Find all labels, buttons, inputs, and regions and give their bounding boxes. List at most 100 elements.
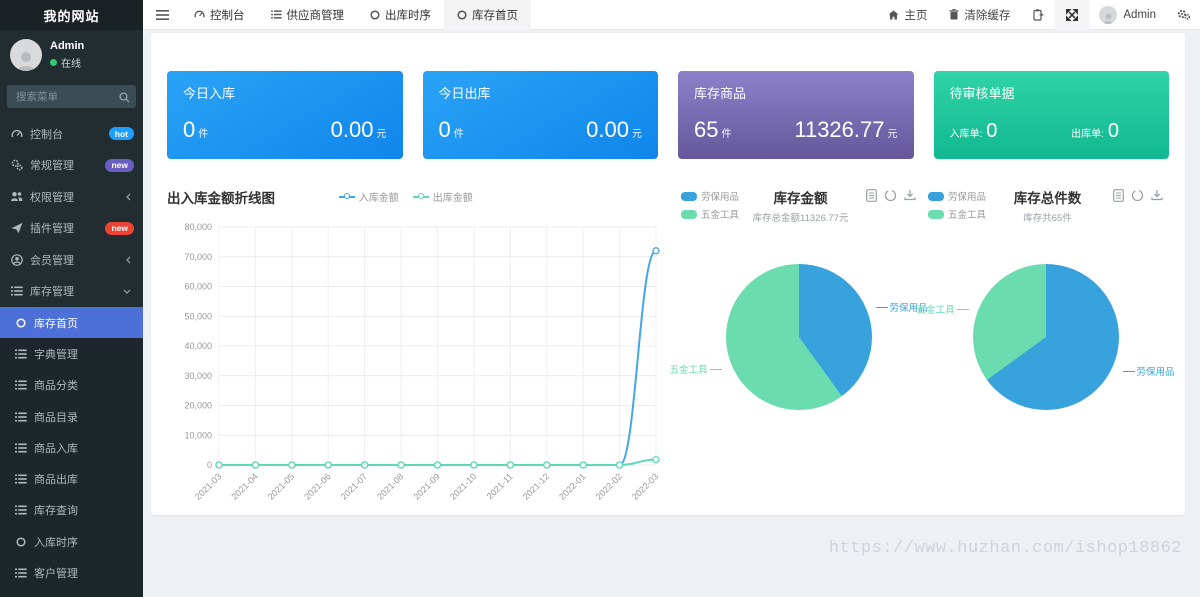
app-logo: 我的网站 <box>0 0 143 30</box>
legend-inbound-amount[interactable]: 入库金额 <box>339 189 399 204</box>
users-icon <box>10 191 23 202</box>
sidebar-item-members[interactable]: 会员管理 <box>0 244 143 276</box>
line-chart-panel: 出入库金额折线图 入库金额 出库金额 010,00020,00030,00040… <box>167 187 675 520</box>
settings-gear-icon[interactable] <box>1166 0 1200 30</box>
sidebar-item-goods-inbound[interactable]: 商品入库 <box>0 432 143 463</box>
tab-console[interactable]: 控制台 <box>181 0 258 30</box>
new-badge: new <box>105 222 134 235</box>
sidebar-item-permissions[interactable]: 权限管理 <box>0 181 143 213</box>
legend-labor-goods[interactable]: 劳保用品 <box>928 189 990 203</box>
sidebar-item-goods-catalog[interactable]: 商品目录 <box>0 401 143 432</box>
sidebar-item-plugins[interactable]: 插件管理 new <box>0 213 143 245</box>
pie-label-labor-goods: 劳保用品 <box>1123 364 1175 378</box>
tab-outbound-timeline[interactable]: 出库时序 <box>357 0 444 30</box>
svg-text:2021-03: 2021-03 <box>193 471 223 501</box>
user-circle-icon <box>10 254 23 266</box>
svg-text:2021-11: 2021-11 <box>485 471 515 501</box>
sidebar-item-inventory-query[interactable]: 库存查询 <box>0 495 143 526</box>
online-dot <box>50 59 57 66</box>
hamburger-icon[interactable] <box>143 0 181 30</box>
line-chart-legend: 入库金额 出库金额 <box>339 189 473 204</box>
stock-amount: 11326.77 <box>794 117 884 142</box>
line-chart-title: 出入库金额折线图 <box>167 191 275 206</box>
search-icon[interactable] <box>116 89 132 105</box>
paste-icon[interactable] <box>1021 0 1055 30</box>
watermark: https://www.huzhan.com/ishop18862 <box>829 539 1182 558</box>
data-view-icon[interactable] <box>866 189 877 202</box>
pie-count-title: 库存总件数 <box>990 187 1105 207</box>
pie-amount-legend: 劳保用品 五金工具 <box>681 189 743 221</box>
svg-text:80,000: 80,000 <box>184 222 212 232</box>
today-inbound-amount: 0.00 <box>331 117 374 142</box>
main-panel: 今日入库 0件 0.00元 今日出库 0件 0.00元 库存商品 65件 113… <box>151 33 1185 515</box>
chevron-left-icon <box>126 193 131 201</box>
tab-suppliers[interactable]: 供应商管理 <box>258 0 358 30</box>
user-avatar <box>10 39 42 71</box>
pie-label-hardware-tools: 五金工具 <box>669 362 721 376</box>
svg-text:2021-09: 2021-09 <box>411 471 441 501</box>
sidebar-item-inbound-timeline[interactable]: 入库时序 <box>0 526 143 557</box>
today-outbound-amount: 0.00 <box>586 117 629 142</box>
list-icon <box>14 380 27 390</box>
stat-cards: 今日入库 0件 0.00元 今日出库 0件 0.00元 库存商品 65件 113… <box>167 71 1169 159</box>
legend-hardware-tools[interactable]: 五金工具 <box>681 207 743 221</box>
pie-label-hardware-tools: 五金工具 <box>916 302 968 316</box>
tab-inventory-home[interactable]: 库存首页 <box>444 0 531 30</box>
svg-text:20,000: 20,000 <box>184 401 212 411</box>
sidebar-menu: 控制台 hot 常规管理 new 权限管理 插件管理 new 会员管理 库存管理 <box>0 118 143 597</box>
pie-count-subtitle: 库存共65件 <box>990 210 1105 224</box>
dashboard-icon <box>194 9 205 20</box>
svg-text:2021-12: 2021-12 <box>521 471 551 501</box>
home-link[interactable]: 主页 <box>877 0 938 30</box>
clear-cache-link[interactable]: 清除缓存 <box>938 0 1021 30</box>
list-icon <box>14 443 27 453</box>
sidebar-item-goods-category[interactable]: 商品分类 <box>0 370 143 401</box>
download-icon[interactable] <box>904 189 916 202</box>
home-icon <box>888 10 899 20</box>
sidebar-item-general[interactable]: 常规管理 new <box>0 150 143 182</box>
sidebar-item-console[interactable]: 控制台 hot <box>0 118 143 150</box>
sidebar-item-goods-outbound[interactable]: 商品出库 <box>0 463 143 494</box>
sidebar-item-customers[interactable]: 客户管理 <box>0 557 143 588</box>
user-name: Admin <box>50 40 84 52</box>
pie-amount-title: 库存金额 <box>743 187 858 207</box>
card-today-inbound: 今日入库 0件 0.00元 <box>167 71 403 159</box>
trash-icon <box>949 9 959 20</box>
svg-text:30,000: 30,000 <box>184 371 212 381</box>
pending-outbound-value: 0 <box>1108 120 1119 142</box>
list-icon <box>14 412 27 422</box>
sidebar-item-inventory[interactable]: 库存管理 <box>0 276 143 308</box>
refresh-icon[interactable] <box>1131 189 1144 202</box>
pie-amount-chart[interactable] <box>726 264 872 410</box>
data-view-icon[interactable] <box>1113 189 1124 202</box>
list-icon <box>14 474 27 484</box>
pie-count-chart[interactable] <box>973 264 1119 410</box>
card-stock-goods: 库存商品 65件 11326.77元 <box>678 71 914 159</box>
svg-text:2022-02: 2022-02 <box>594 471 624 501</box>
legend-hardware-tools[interactable]: 五金工具 <box>928 207 990 221</box>
today-outbound-count: 0 <box>439 117 451 142</box>
pie-amount-panel: 劳保用品 五金工具 库存金额 库存总金额11326.77元 劳保用品 五金工具 <box>675 187 922 520</box>
pie-amount-subtitle: 库存总金额11326.77元 <box>743 210 858 224</box>
refresh-icon[interactable] <box>884 189 897 202</box>
download-icon[interactable] <box>1151 189 1163 202</box>
top-navbar: 控制台 供应商管理 出库时序 库存首页 主页 清除缓存 <box>143 0 1200 30</box>
sidebar-item-inventory-home[interactable]: 库存首页 <box>0 307 143 338</box>
legend-outbound-amount[interactable]: 出库金额 <box>413 189 473 204</box>
user-menu[interactable]: Admin <box>1089 6 1166 24</box>
avatar <box>1099 6 1117 24</box>
circle-icon <box>14 537 27 547</box>
svg-text:0: 0 <box>207 460 212 470</box>
today-inbound-count: 0 <box>183 117 195 142</box>
dashboard-icon <box>10 128 23 140</box>
fullscreen-icon[interactable] <box>1055 0 1089 30</box>
svg-text:70,000: 70,000 <box>184 252 212 262</box>
list-icon <box>10 286 23 296</box>
legend-labor-goods[interactable]: 劳保用品 <box>681 189 743 203</box>
svg-text:40,000: 40,000 <box>184 341 212 351</box>
sidebar-item-dictionary[interactable]: 字典管理 <box>0 338 143 369</box>
sidebar-item-suppliers[interactable]: 供应商管理 <box>0 589 143 597</box>
pending-inbound-value: 0 <box>986 120 997 142</box>
line-chart: 010,00020,00030,00040,00050,00060,00070,… <box>167 215 672 520</box>
pie-count-panel: 劳保用品 五金工具 库存总件数 库存共65件 五金工具 劳保用品 <box>922 187 1169 520</box>
